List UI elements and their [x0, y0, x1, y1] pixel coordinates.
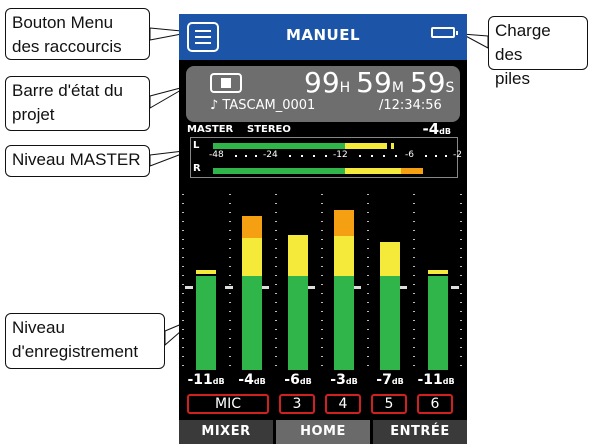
- db-value: -11: [187, 372, 213, 388]
- db-value: -3: [330, 372, 346, 388]
- db-unit: dB: [391, 377, 404, 386]
- stereo-label: STEREO: [247, 124, 291, 135]
- channel-4-db: -3dB: [322, 372, 366, 388]
- scale-6: -6: [405, 150, 414, 160]
- scale-24: -24: [263, 150, 278, 160]
- input-5-button[interactable]: 5: [371, 394, 407, 414]
- input-4-button[interactable]: 4: [325, 394, 361, 414]
- db-value: -4: [238, 372, 254, 388]
- tab-entree[interactable]: ENTRÉE: [373, 420, 467, 444]
- db-value: -11: [417, 372, 443, 388]
- total-time: /12:34:56: [379, 98, 442, 113]
- master-db-value: -4: [422, 120, 440, 138]
- master-label: MASTER: [187, 124, 234, 135]
- seconds-unit: S: [445, 80, 455, 96]
- master-l-peak: [391, 143, 394, 149]
- db-unit: dB: [299, 377, 312, 386]
- project-filename: ♪ TASCAM_0001: [210, 98, 316, 113]
- db-unit: dB: [253, 377, 266, 386]
- master-db-unit: dB: [439, 127, 451, 136]
- minutes: 59: [356, 66, 392, 99]
- elapsed-time: 99H 59M 59S: [304, 66, 460, 99]
- scale-12: -12: [333, 150, 348, 160]
- channel-1-db: -11dB: [184, 372, 228, 388]
- screen-title: MANUEL: [285, 26, 361, 44]
- project-status-bar[interactable]: 99H 59M 59S ♪ TASCAM_0001 /12:34:56: [186, 66, 460, 122]
- hours-unit: H: [339, 80, 351, 96]
- scale-48: -48: [209, 150, 224, 160]
- master-l-yellow: [345, 143, 387, 149]
- channel-5-db: -7dB: [368, 372, 412, 388]
- master-r-yellow: [345, 168, 401, 174]
- master-scale: -48 -24 -12 -6 -2 0: [209, 150, 462, 162]
- channel-6-db: -11dB: [414, 372, 458, 388]
- channel-2-db: -4dB: [230, 372, 274, 388]
- hours: 99: [304, 66, 340, 99]
- master-r-green: [213, 168, 345, 174]
- db-value: -6: [284, 372, 300, 388]
- master-r-orange: [401, 168, 423, 174]
- scale-2: -2: [453, 150, 462, 160]
- db-value: -7: [376, 372, 392, 388]
- db-unit: dB: [442, 377, 455, 386]
- minutes-unit: M: [391, 80, 404, 96]
- channel-3-db: -6dB: [276, 372, 320, 388]
- title-bar: MANUEL: [179, 14, 467, 60]
- input-mic-button[interactable]: MIC: [187, 394, 269, 414]
- channel-l-label: L: [193, 140, 200, 151]
- channel-r-label: R: [193, 163, 201, 174]
- shortcut-menu-button[interactable]: [187, 22, 219, 52]
- recorder-screen: MANUEL 99H 59M 59S ♪ TASCAM_0001 /12:34:56…: [179, 14, 467, 444]
- seconds: 59: [409, 66, 446, 99]
- input-3-button[interactable]: 3: [279, 394, 315, 414]
- master-db-readout: -4dB: [423, 120, 452, 138]
- input-6-button[interactable]: 6: [417, 394, 453, 414]
- master-l-green: [213, 143, 345, 149]
- db-unit: dB: [345, 377, 358, 386]
- tab-home[interactable]: HOME: [276, 420, 370, 444]
- stop-icon: [210, 73, 242, 93]
- battery-icon: [431, 27, 458, 38]
- tab-mixer[interactable]: MIXER: [179, 420, 273, 444]
- db-unit: dB: [212, 377, 225, 386]
